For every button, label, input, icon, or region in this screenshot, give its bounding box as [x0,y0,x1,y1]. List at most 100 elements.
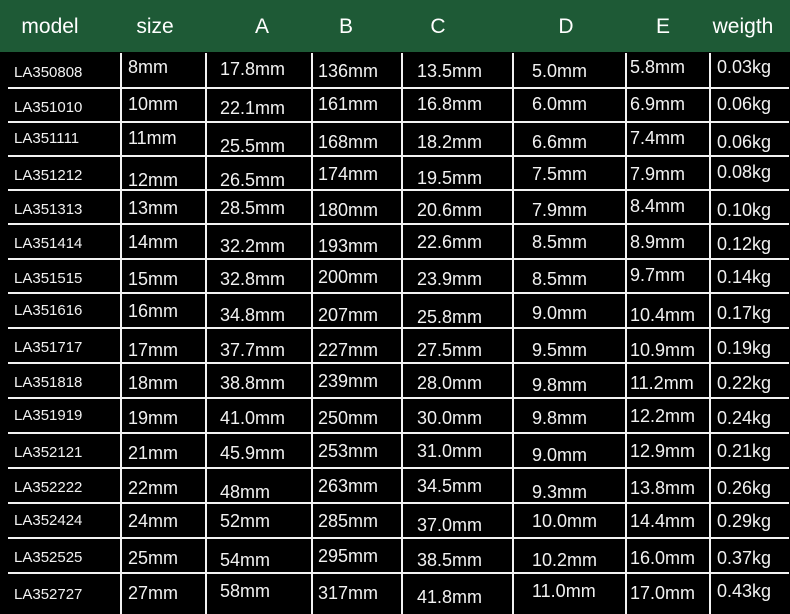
header-b: B [338,15,353,38]
cell-c: 25.8mm [417,307,483,327]
cell-e: 9.7mm [630,265,686,285]
header-a: A [254,15,269,38]
table-row: LA351212 12mm 26.5mm 174mm 19.5mm 7.5mm 7.9mm 0… [8,156,789,190]
cell-size: 10mm [128,94,179,114]
cell-e: 14.4mm [630,511,696,531]
cell-e: 8.9mm [630,232,686,252]
table-body: LA350808 8mm 17.8mm 136mm 13.5mm 5.0mm 5.8mm 0.… [8,53,789,614]
cell-weigth: 0.37kg [717,548,772,568]
cell-weigth: 0.17kg [717,303,772,323]
cell-weigth: 0.06kg [717,132,772,152]
cell-b: 263mm [318,476,379,496]
table-header: model size A B C D Eweigth [0,0,790,52]
cell-b: 239mm [318,371,379,391]
table-row: LA352424 24mm 52mm 285mm 37.0mm 10.0mm 14.4mm 0… [8,503,789,538]
cell-weigth: 0.19kg [717,338,772,358]
cell-weigth: 0.12kg [717,234,772,254]
table-row: LA351515 15mm 32.8mm 200mm 23.9mm 8.5mm 9.7mm 0… [8,259,789,293]
cell-model: LA351313 [14,201,83,218]
cell-d: 9.3mm [532,482,588,502]
cell-d: 10.0mm [532,511,598,531]
cell-weigth: 0.10kg [717,200,772,220]
cell-c: 27.5mm [417,340,483,360]
cell-size: 13mm [128,198,179,218]
cell-b: 168mm [318,132,379,152]
cell-a: 34.8mm [220,305,286,325]
cell-size: 15mm [128,269,179,289]
cell-weigth: 0.21kg [717,441,772,461]
cell-d: 6.0mm [532,94,588,114]
cell-a: 22.1mm [220,98,286,118]
cell-c: 28.0mm [417,373,483,393]
cell-e: 16.0mm [630,548,696,568]
cell-d: 5.0mm [532,61,588,81]
header-weigth: weigth [712,15,774,38]
cell-d: 9.8mm [532,375,588,395]
cell-size: 17mm [128,340,179,360]
cell-model: LA351111 [14,130,80,147]
cell-b: 161mm [318,94,379,114]
cell-c: 31.0mm [417,441,483,461]
cell-a: 37.7mm [220,340,286,360]
cell-model: LA352727 [14,586,83,603]
cell-weigth: 0.14kg [717,267,772,287]
cell-weigth: 0.03kg [717,57,772,77]
header-model: model [21,15,79,38]
cell-a: 26.5mm [220,170,286,190]
cell-a: 45.9mm [220,443,286,463]
table-row: LA351717 17mm 37.7mm 227mm 27.5mm 9.5mm 10.9mm… [8,328,789,363]
table-row: LA351818 18mm 38.8mm 239mm 28.0mm 9.8mm 11.2mm… [8,363,789,398]
cell-d: 8.5mm [532,232,588,252]
cell-c: 16.8mm [417,94,483,114]
cell-b: 253mm [318,441,379,461]
cell-a: 32.8mm [220,269,286,289]
cell-a: 17.8mm [220,59,286,79]
cell-model: LA351616 [14,302,83,319]
table-row: LA351414 14mm 32.2mm 193mm 22.6mm 8.5mm 8.9mm 0… [8,224,789,259]
cell-e: 5.8mm [630,57,686,77]
cell-c: 19.5mm [417,168,483,188]
cell-model: LA351212 [14,167,83,184]
cell-model: LA351010 [14,99,83,116]
cell-b: 207mm [318,305,379,325]
cell-c: 30.0mm [417,408,483,428]
cell-b: 285mm [318,511,379,531]
table-row: LA352525 25mm 54mm 295mm 38.5mm 10.2mm 16.0mm 0… [8,538,789,573]
cell-e: 7.9mm [630,164,686,184]
cell-size: 18mm [128,373,179,393]
cell-a: 25.5mm [220,136,286,156]
cell-model: LA351818 [14,374,83,391]
cell-c: 23.9mm [417,269,483,289]
cell-model: LA351717 [14,339,83,356]
cell-b: 250mm [318,408,379,428]
table-row: LA352121 21mm 45.9mm 253mm 31.0mm 9.0mm 12.9mm… [8,433,789,468]
cell-d: 9.5mm [532,340,588,360]
cell-e: 7.4mm [630,128,686,148]
cell-b: 180mm [318,200,379,220]
cell-weigth: 0.24kg [717,408,772,428]
cell-size: 8mm [128,57,168,77]
cell-d: 9.0mm [532,445,588,465]
cell-e: 13.8mm [630,478,696,498]
cell-weigth: 0.08kg [717,162,772,182]
cell-a: 48mm [220,482,271,502]
cell-a: 54mm [220,550,271,570]
cell-model: LA352121 [14,444,83,461]
cell-e: 12.9mm [630,441,696,461]
cell-weigth: 0.43kg [717,581,772,601]
cell-size: 11mm [128,128,177,148]
cell-b: 227mm [318,340,379,360]
cell-c: 22.6mm [417,232,483,252]
cell-a: 41.0mm [220,408,286,428]
cell-d: 9.0mm [532,303,588,323]
cell-c: 18.2mm [417,132,483,152]
cell-model: LA351919 [14,407,83,424]
cell-d: 8.5mm [532,269,588,289]
header-d: D [558,15,574,38]
cell-model: LA352424 [14,512,83,529]
table-row: LA351313 13mm 28.5mm 180mm 20.6mm 7.9mm 8.4mm 0… [8,190,789,224]
cell-size: 27mm [128,583,179,603]
cell-d: 6.6mm [532,132,588,152]
cell-weigth: 0.26kg [717,478,772,498]
cell-size: 22mm [128,478,179,498]
